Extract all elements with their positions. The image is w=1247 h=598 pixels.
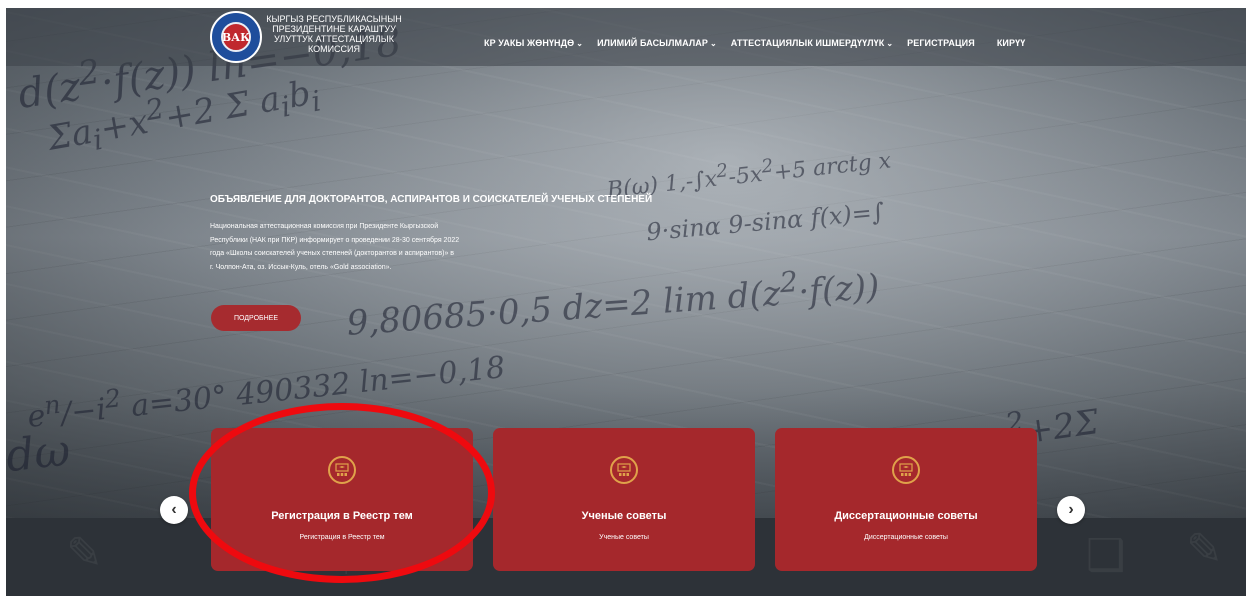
card-title: Диссертационные советы (834, 510, 978, 522)
chevron-down-icon: ⌄ (886, 38, 894, 48)
card-registry-registration[interactable]: Регистрация в Реестр тем Регистрация в Р… (211, 428, 473, 571)
presentation-board-icon (892, 456, 920, 484)
org-name-line: УЛУТТУК АТТЕСТАЦИЯЛЫК (274, 34, 394, 44)
card-dissertation-councils[interactable]: Диссертационные советы Диссертационные с… (775, 428, 1037, 571)
chevron-left-icon: ‹ (171, 501, 177, 518)
hero-text-line: Национальная аттестационная комиссия при… (210, 223, 439, 230)
hero-description: Национальная аттестационная комиссия при… (210, 220, 565, 274)
nav-item-about[interactable]: КР УАКЫ ЖӨНҮНДӨ ⌄ (484, 38, 583, 48)
logo-emblem: ВАК (221, 22, 251, 52)
nav-item-publications[interactable]: ИЛИМИЙ БАСЫЛМАЛАР ⌄ (597, 38, 717, 48)
presentation-board-icon (328, 456, 356, 484)
chevron-right-icon: › (1068, 501, 1074, 518)
nav-label: КИРҮҮ (996, 38, 1026, 48)
carousel-next-button[interactable]: › (1057, 496, 1085, 524)
organization-name[interactable]: КЫРГЫЗ РЕСПУБЛИКАСЫНЫН ПРЕЗИДЕНТИНЕ КАРА… (264, 14, 404, 54)
card-subtitle: Регистрация в Реестр тем (299, 534, 385, 541)
card-subtitle: Диссертационные советы (864, 534, 948, 541)
chevron-down-icon: ⌄ (709, 38, 717, 48)
more-button[interactable]: ПОДРОБНЕЕ (211, 305, 301, 331)
presentation-board-icon (610, 456, 638, 484)
nav-item-login[interactable]: КИРҮҮ (997, 38, 1025, 48)
nav-item-attestation[interactable]: АТТЕСТАЦИЯЛЫК ИШМЕРДҮҮЛҮК ⌄ (731, 38, 893, 48)
hero-text-line: года «Школы соискателей ученых степеней … (210, 250, 455, 257)
page-frame: d(z2·f(z)) ln=−0,18 Σai+x2+2 Σ aibi B(ω)… (6, 8, 1246, 596)
logo[interactable]: ВАК (210, 11, 262, 63)
org-name-line: ПРЕЗИДЕНТИНЕ КАРАШТУУ (272, 24, 396, 34)
site-header: ВАК КЫРГЫЗ РЕСПУБЛИКАСЫНЫН ПРЕЗИДЕНТИНЕ … (6, 8, 1246, 66)
org-name-line: КОМИССИЯ (307, 44, 361, 54)
hero-title: ОБЪЯВЛЕНИЕ ДЛЯ ДОКТОРАНТОВ, АСПИРАНТОВ И… (210, 194, 653, 205)
nav-label: КР УАКЫ ЖӨНҮНДӨ (484, 38, 575, 48)
nav-label: ИЛИМИЙ БАСЫЛМАЛАР (597, 38, 708, 48)
chevron-down-icon: ⌄ (576, 38, 584, 48)
nav-label: АТТЕСТАЦИЯЛЫК ИШМЕРДҮҮЛҮК (730, 38, 885, 48)
card-title: Регистрация в Реестр тем (271, 510, 413, 522)
carousel-prev-button[interactable]: ‹ (160, 496, 188, 524)
card-academic-councils[interactable]: Ученые советы Ученые советы (493, 428, 755, 571)
card-subtitle: Ученые советы (599, 534, 649, 541)
org-name-line: КЫРГЫЗ РЕСПУБЛИКАСЫНЫН (266, 14, 402, 24)
nav-item-registration[interactable]: РЕГИСТРАЦИЯ (907, 38, 975, 48)
hero-text-line: г. Чолпон-Ата, оз. Иссык-Куль, отель «Go… (210, 263, 392, 271)
card-title: Ученые советы (581, 510, 667, 522)
hero-text-line: Республики (НАК при ПКР) информирует о п… (210, 236, 460, 244)
main-nav: КР УАКЫ ЖӨНҮНДӨ ⌄ ИЛИМИЙ БАСЫЛМАЛАР ⌄ АТ… (484, 38, 1039, 48)
nav-label: РЕГИСТРАЦИЯ (907, 38, 975, 48)
